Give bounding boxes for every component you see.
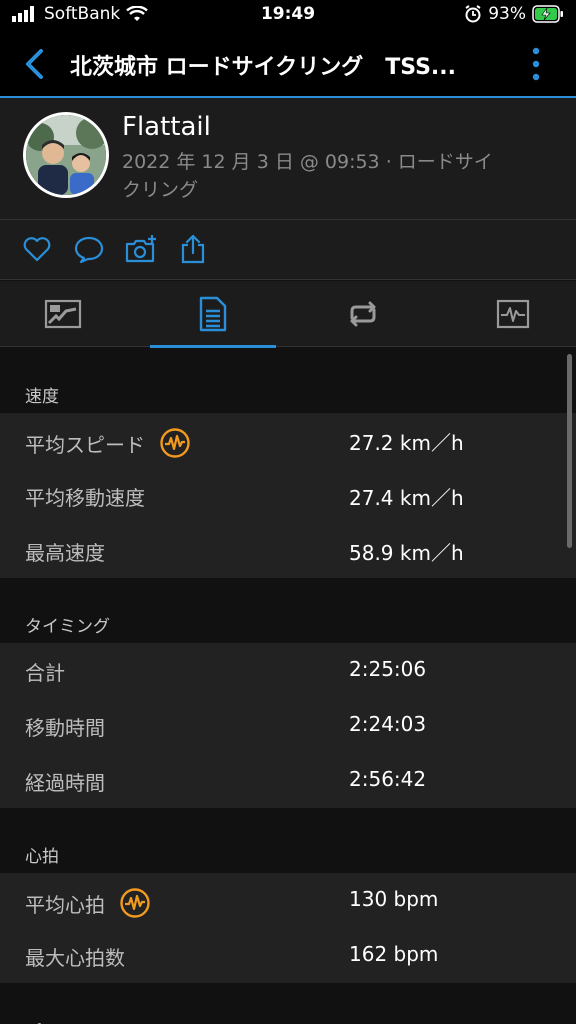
like-heart-icon[interactable]	[22, 234, 52, 264]
stat-row: 合計 2:25:06	[0, 643, 576, 698]
tab-charts[interactable]	[450, 281, 576, 347]
stat-value: 2:25:06	[349, 657, 427, 681]
stat-value: 2:24:03	[349, 712, 427, 736]
map-overview-icon	[44, 299, 82, 329]
section-heart-rate: 平均心拍 130 bpm 最大心拍数 162 bpm	[0, 873, 576, 983]
data-source-badge-icon[interactable]	[159, 427, 191, 459]
user-photo	[26, 115, 106, 195]
section-speed: 平均スピード 27.2 km／h 平均移動速度 27.4 km／h 最高速度 5…	[0, 413, 576, 578]
stat-label: 最高速度	[25, 541, 105, 565]
stat-value: 58.9 km／h	[349, 541, 464, 565]
stat-label: 平均スピード	[25, 432, 145, 457]
comment-icon[interactable]	[74, 234, 104, 264]
back-button[interactable]	[18, 46, 54, 82]
section-title-power: パワ	[0, 983, 576, 1024]
share-icon[interactable]	[178, 234, 208, 264]
section-timing: 合計 2:25:06 移動時間 2:24:03 経過時間 2:56:42	[0, 643, 576, 808]
add-photo-icon[interactable]	[124, 234, 158, 264]
activity-date-type: 2022 年 12 月 3 日 @ 09:53 · ロードサイクリング	[122, 151, 493, 201]
stat-label-wrap: 平均心拍	[25, 887, 151, 919]
avatar[interactable]	[23, 112, 109, 198]
more-menu-button[interactable]	[526, 46, 546, 82]
tab-bar	[0, 281, 576, 348]
status-bar: SoftBank 19:49 93%	[0, 0, 576, 32]
stat-value: 2:56:42	[349, 767, 427, 791]
stat-row: 平均心拍 130 bpm	[0, 873, 576, 928]
tab-laps[interactable]	[300, 281, 426, 347]
section-title-timing: タイミング	[25, 617, 110, 637]
section-title-heart-rate: 心拍	[25, 847, 59, 867]
stat-label: 経過時間	[25, 771, 105, 795]
alarm-icon	[465, 5, 481, 23]
chart-icon	[496, 299, 530, 329]
stat-row: 最高速度 58.9 km／h	[0, 523, 576, 578]
laps-icon	[350, 301, 376, 327]
stat-row: 経過時間 2:56:42	[0, 753, 576, 808]
stat-label: 平均移動速度	[25, 486, 145, 510]
stat-row: 最大心拍数 162 bpm	[0, 928, 576, 983]
stats-document-icon	[199, 296, 227, 332]
tab-stats[interactable]	[150, 281, 276, 348]
battery-charging-icon	[532, 5, 563, 23]
stat-value: 162 bpm	[349, 942, 439, 966]
stat-row: 平均移動速度 27.4 km／h	[0, 468, 576, 523]
stats-list[interactable]: 速度 平均スピード 27.2 km／h 平均移動速度 27.4 km／h 最高速…	[0, 348, 576, 1024]
stat-value: 130 bpm	[349, 887, 439, 911]
section-title-speed: 速度	[25, 387, 59, 407]
stat-label: 移動時間	[25, 716, 105, 740]
stat-label: 平均心拍	[25, 892, 105, 917]
scrollbar[interactable]	[567, 354, 572, 548]
action-bar	[0, 220, 576, 280]
data-source-badge-icon[interactable]	[119, 887, 151, 919]
battery-percent: 93%	[488, 4, 526, 24]
user-name[interactable]: Flattail	[122, 112, 211, 142]
stat-label: 合計	[25, 661, 65, 685]
stat-value: 27.2 km／h	[349, 431, 464, 455]
activity-header: Flattail 2022 年 12 月 3 日 @ 09:53 · ロードサイ…	[0, 98, 576, 220]
tab-overview[interactable]	[0, 281, 126, 347]
stat-label-wrap: 平均スピード	[25, 427, 191, 459]
nav-bar: 北茨城市 ロードサイクリング TSS...	[0, 32, 576, 98]
stat-label: 最大心拍数	[25, 946, 125, 970]
stat-value: 27.4 km／h	[349, 486, 464, 510]
page-title: 北茨城市 ロードサイクリング TSS...	[70, 55, 457, 80]
stat-row: 平均スピード 27.2 km／h	[0, 413, 576, 468]
stat-row: 移動時間 2:24:03	[0, 698, 576, 753]
status-right: 93%	[464, 4, 564, 24]
